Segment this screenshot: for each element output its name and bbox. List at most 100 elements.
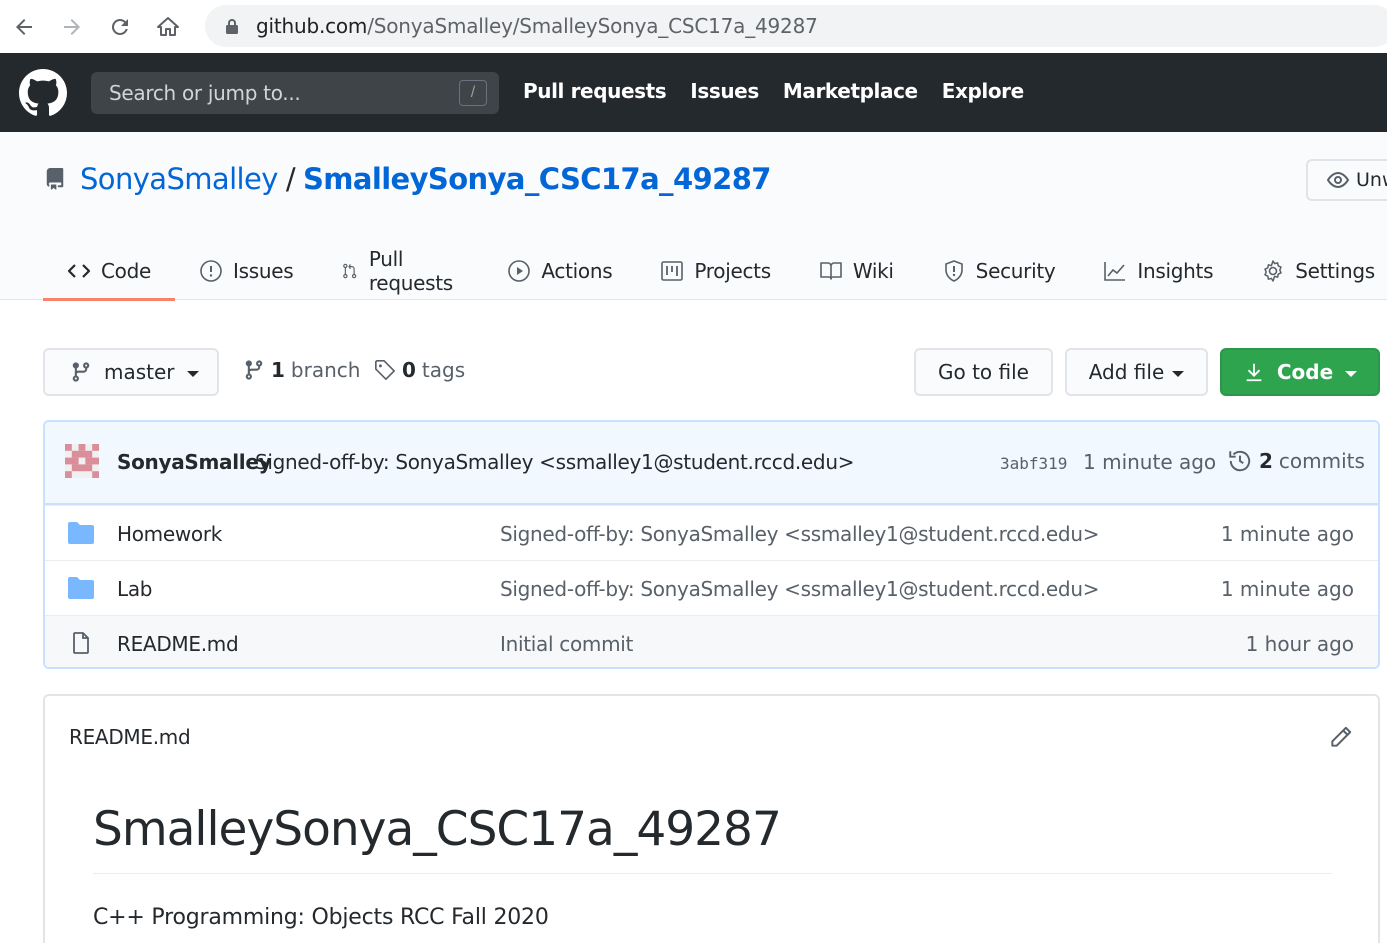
history-icon — [1229, 450, 1251, 472]
file-commit-message-link[interactable]: Initial commit — [500, 632, 633, 656]
watch-label: Unw — [1356, 169, 1387, 191]
tab-actions-label: Actions — [541, 259, 613, 283]
branch-name: master — [104, 360, 175, 384]
commit-message-link[interactable]: Signed-off-by: SonyaSmalley <ssmalley1@s… — [255, 450, 854, 474]
nav-marketplace[interactable]: Marketplace — [783, 79, 918, 103]
avatar[interactable] — [65, 444, 99, 478]
folder-icon — [68, 522, 94, 544]
tab-code[interactable]: Code — [43, 242, 176, 301]
latest-commit-bar: SonyaSmalley Signed-off-by: SonyaSmalley… — [45, 422, 1378, 505]
repo-owner-link[interactable]: SonyaSmalley — [80, 162, 278, 196]
file-name-link[interactable]: Lab — [117, 577, 153, 601]
tab-security-label: Security — [975, 259, 1056, 283]
tab-issues[interactable]: Issues — [175, 242, 317, 300]
file-row[interactable]: Lab Signed-off-by: SonyaSmalley <ssmalle… — [45, 560, 1378, 615]
file-icon — [73, 632, 89, 654]
github-logo-icon[interactable] — [19, 69, 67, 117]
readme-divider — [93, 873, 1332, 874]
url-text: github.com/SonyaSmalley/SmalleySonya_CSC… — [256, 14, 818, 38]
github-header: Search or jump to... / Pull requests Iss… — [0, 53, 1387, 132]
reload-button[interactable] — [96, 0, 144, 53]
back-button[interactable] — [0, 0, 48, 53]
home-icon — [157, 16, 179, 36]
readme-paragraph: C++ Programming: Objects RCC Fall 2020 — [93, 905, 549, 930]
chevron-down-icon — [1172, 370, 1185, 377]
readme-filename: README.md — [69, 725, 191, 749]
reload-icon — [111, 18, 128, 35]
commit-count: 2 — [1259, 449, 1273, 473]
branches-link[interactable]: 1 branch — [243, 358, 360, 382]
tab-pull-requests[interactable]: Pull requests — [317, 242, 483, 300]
file-time: 1 minute ago — [1220, 522, 1354, 546]
search-input[interactable]: Search or jump to... / — [91, 72, 499, 114]
header-nav: Pull requests Issues Marketplace Explore — [523, 79, 1048, 103]
home-button[interactable] — [144, 0, 192, 53]
go-to-file-button[interactable]: Go to file — [914, 348, 1053, 396]
add-file-button[interactable]: Add file — [1065, 348, 1208, 396]
file-row[interactable]: Homework Signed-off-by: SonyaSmalley <ss… — [45, 505, 1378, 560]
tab-projects[interactable]: Projects — [636, 242, 794, 300]
tab-actions[interactable]: Actions — [483, 242, 636, 300]
repo-name-link[interactable]: SmalleySonya_CSC17a_49287 — [303, 162, 771, 196]
search-shortcut-badge: / — [459, 80, 487, 106]
nav-pull-requests[interactable]: Pull requests — [523, 79, 667, 103]
search-placeholder: Search or jump to... — [109, 81, 301, 105]
tab-wiki-label: Wiki — [852, 259, 894, 283]
pull-request-icon — [343, 263, 357, 279]
file-time: 1 minute ago — [1220, 577, 1354, 601]
file-name-link[interactable]: Homework — [117, 522, 222, 546]
lock-icon — [226, 19, 238, 34]
commit-author-link[interactable]: SonyaSmalley — [117, 450, 272, 474]
commit-word: commits — [1278, 449, 1365, 473]
repo-header: SonyaSmalley / SmalleySonya_CSC17a_49287… — [0, 132, 1387, 301]
tab-security[interactable]: Security — [918, 242, 1080, 300]
tab-issues-label: Issues — [233, 259, 294, 283]
project-icon — [661, 261, 684, 281]
watch-button[interactable]: Unw — [1306, 159, 1387, 201]
tab-insights[interactable]: Insights — [1079, 242, 1237, 300]
tab-settings-label: Settings — [1295, 259, 1375, 283]
address-bar[interactable]: github.com/SonyaSmalley/SmalleySonya_CSC… — [205, 5, 1387, 47]
commit-sha-link[interactable]: 3abf319 — [1000, 454, 1067, 473]
eye-icon — [1326, 171, 1350, 189]
repo-icon — [46, 168, 64, 190]
add-file-label: Add file — [1088, 360, 1165, 384]
tab-code-label: Code — [101, 259, 152, 283]
url-host: github.com — [256, 14, 368, 38]
tab-wiki[interactable]: Wiki — [795, 242, 918, 300]
forward-button[interactable] — [48, 0, 96, 53]
commit-time: 1 minute ago — [1083, 450, 1217, 474]
folder-icon — [68, 577, 94, 599]
code-icon — [67, 264, 91, 278]
nav-issues[interactable]: Issues — [690, 79, 759, 103]
branch-count: 1 — [271, 358, 285, 382]
file-list: SonyaSmalley Signed-off-by: SonyaSmalley… — [43, 420, 1380, 669]
arrow-left-icon — [16, 18, 32, 35]
code-button-label: Code — [1276, 360, 1334, 384]
tag-icon — [375, 360, 395, 380]
issue-icon — [200, 260, 222, 282]
tab-settings[interactable]: Settings — [1237, 242, 1387, 300]
gear-icon — [1264, 260, 1282, 282]
pencil-icon[interactable] — [1328, 724, 1354, 750]
file-commit-message-link[interactable]: Signed-off-by: SonyaSmalley <ssmalley1@s… — [500, 577, 1099, 601]
tag-word: tags — [421, 358, 466, 382]
tab-insights-label: Insights — [1137, 259, 1214, 283]
branch-select-button[interactable]: master — [43, 348, 219, 396]
chevron-down-icon — [186, 370, 199, 377]
branch-icon — [72, 362, 90, 382]
tags-link[interactable]: 0 tags — [374, 358, 465, 382]
file-name-link[interactable]: README.md — [117, 632, 239, 656]
commits-link[interactable]: 2 commits — [1227, 448, 1365, 474]
shield-icon — [944, 260, 963, 282]
code-download-button[interactable]: Code — [1220, 348, 1380, 396]
tag-count: 0 — [402, 358, 416, 382]
repo-title: SonyaSmalley / SmalleySonya_CSC17a_49287 — [44, 162, 771, 196]
nav-explore[interactable]: Explore — [942, 79, 1025, 103]
tab-pull-requests-label: Pull requests — [368, 247, 453, 295]
url-path: /SonyaSmalley/SmalleySonya_CSC17a_49287 — [367, 14, 818, 38]
file-row[interactable]: README.md Initial commit 1 hour ago — [45, 615, 1378, 667]
repo-tabs: Code Issues Pull requests Actions Projec… — [43, 242, 1387, 301]
graph-icon — [1104, 262, 1126, 281]
file-commit-message-link[interactable]: Signed-off-by: SonyaSmalley <ssmalley1@s… — [500, 522, 1099, 546]
